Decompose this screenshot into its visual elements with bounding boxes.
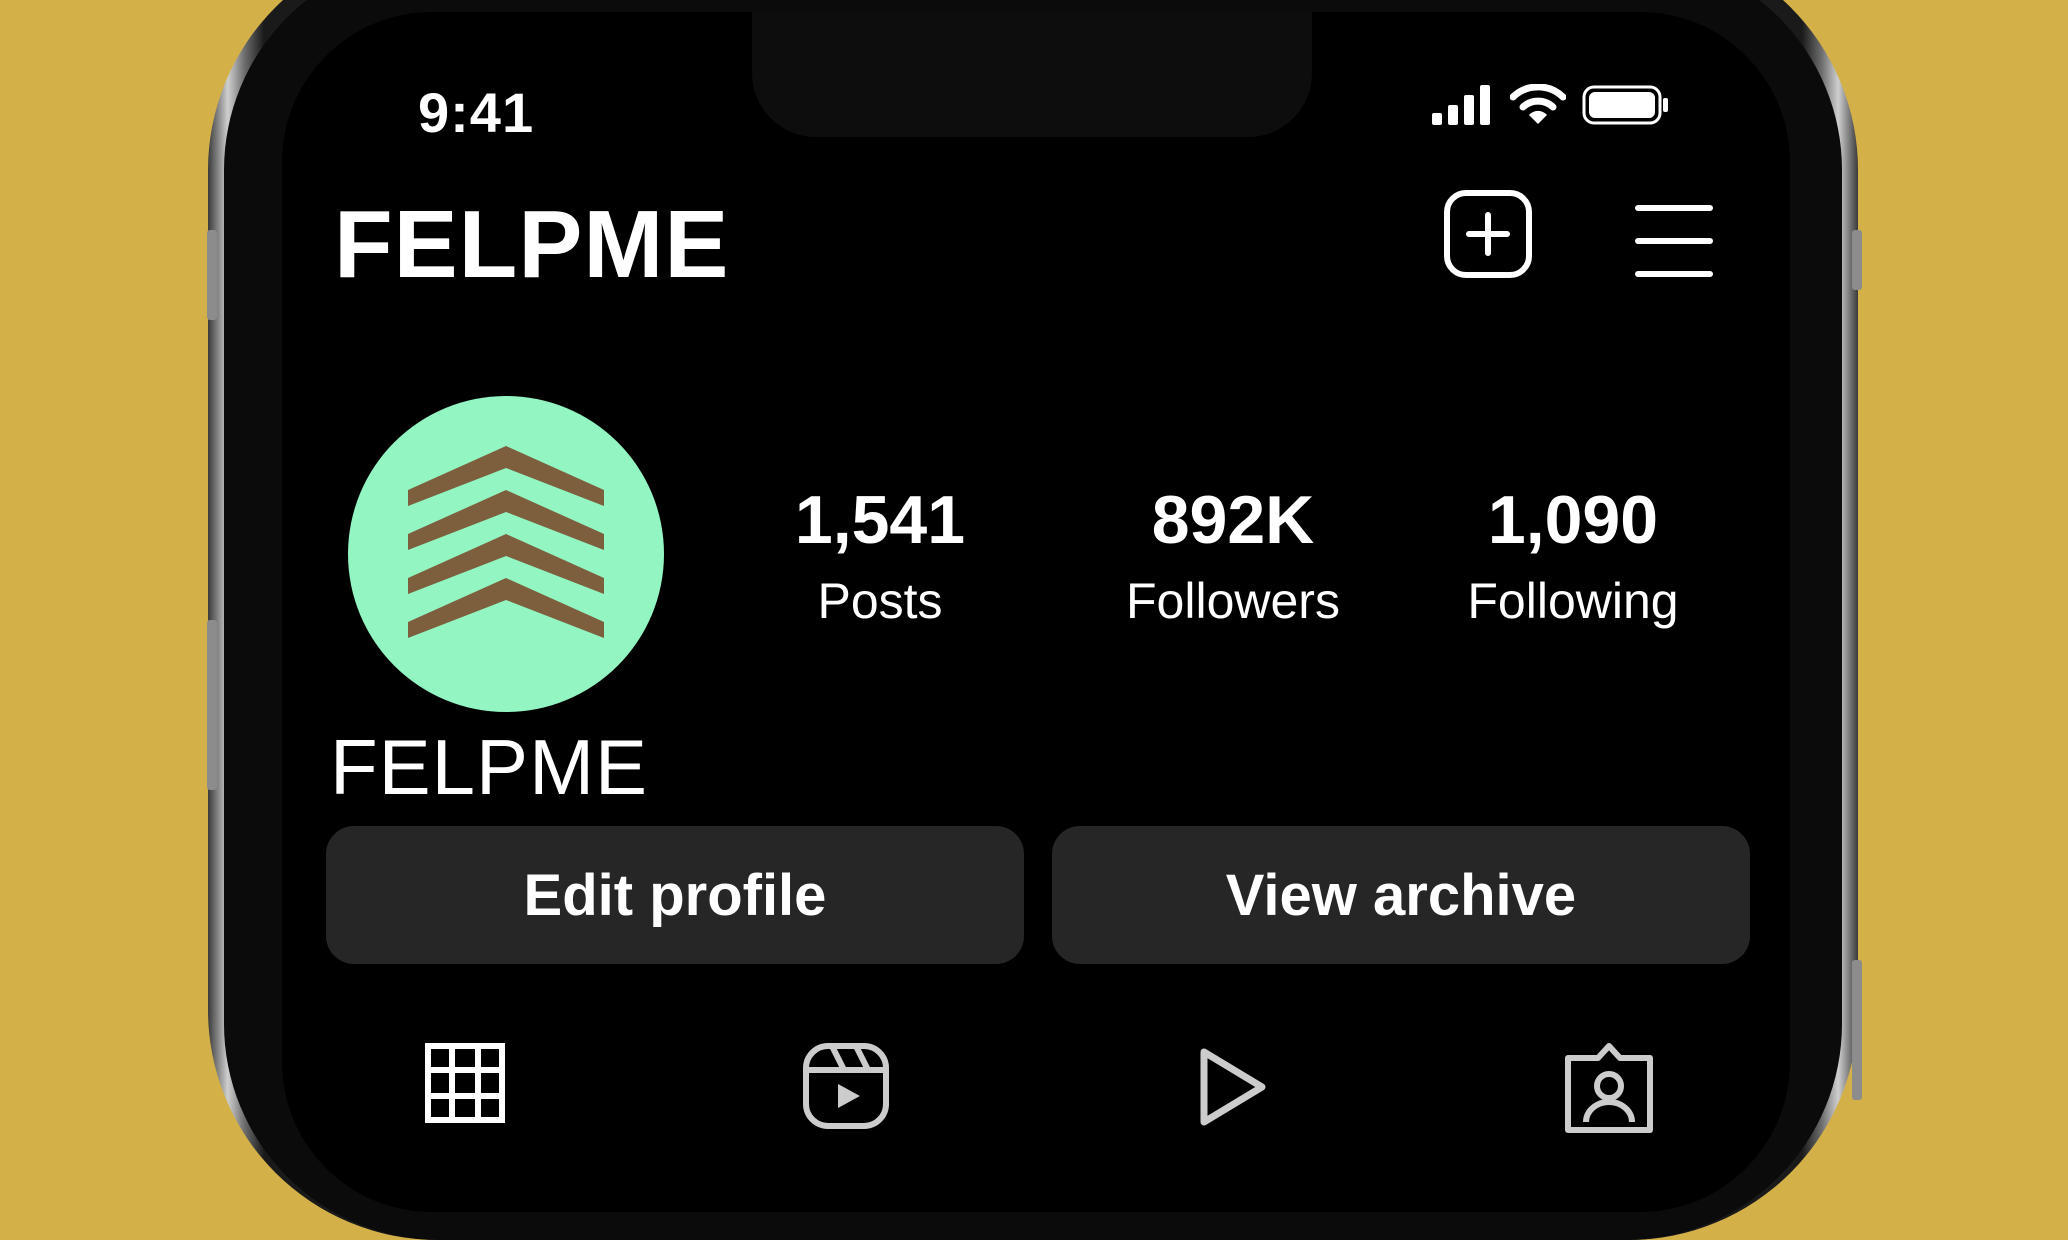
silent-switch [207, 230, 217, 320]
followers-label: Followers [1126, 573, 1340, 629]
following-label: Following [1467, 573, 1679, 629]
menu-icon[interactable] [1635, 205, 1713, 277]
reels-icon[interactable] [802, 1042, 890, 1130]
grid-icon[interactable] [424, 1042, 506, 1124]
chevrons-up-logo [408, 446, 604, 638]
avatar[interactable] [348, 396, 664, 712]
battery-icon [1582, 85, 1668, 125]
notch [752, 12, 1312, 137]
volume-up-button [207, 620, 217, 790]
cellular-signal-icon [1432, 85, 1490, 125]
following-stat[interactable]: 1,090 Following [1448, 486, 1698, 626]
posts-stat[interactable]: 1,541 Posts [790, 486, 970, 626]
followers-stat[interactable]: 892K Followers [1108, 486, 1358, 626]
side-button-top [1852, 230, 1862, 290]
posts-label: Posts [817, 573, 943, 629]
view-archive-button[interactable]: View archive [1052, 826, 1750, 964]
power-button [1852, 960, 1862, 1100]
phone-screen: 9:41 FELPME 1,541 Posts 892K Followers 1… [282, 12, 1790, 1212]
profile-display-name: FELPME [330, 723, 649, 811]
add-post-icon[interactable] [1444, 190, 1532, 278]
tagged-icon[interactable] [1564, 1042, 1654, 1134]
posts-count: 1,541 [794, 482, 966, 558]
account-username-title[interactable]: FELPME [334, 190, 729, 300]
video-icon[interactable] [1192, 1042, 1272, 1132]
wifi-icon [1510, 84, 1566, 124]
status-icons [1430, 84, 1670, 126]
followers-count: 892K [1151, 482, 1315, 558]
edit-profile-button[interactable]: Edit profile [326, 826, 1024, 964]
status-time: 9:41 [418, 81, 535, 144]
following-count: 1,090 [1487, 482, 1659, 558]
